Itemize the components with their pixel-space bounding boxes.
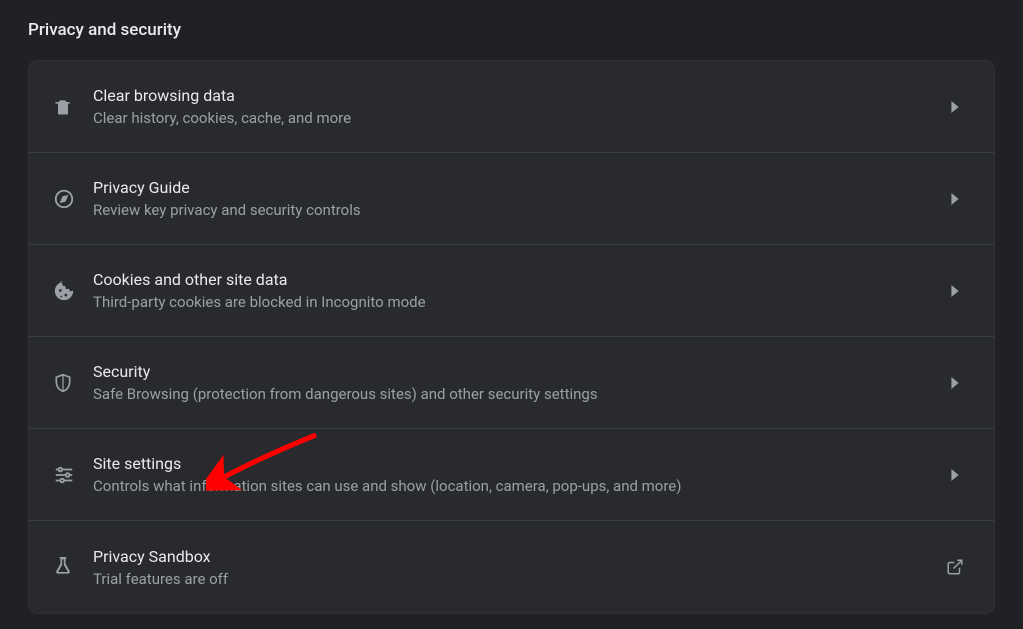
- row-subtitle: Clear history, cookies, cache, and more: [93, 109, 940, 127]
- row-title: Security: [93, 362, 940, 381]
- row-cookies[interactable]: Cookies and other site data Third-party …: [29, 245, 994, 337]
- row-security[interactable]: Security Safe Browsing (protection from …: [29, 337, 994, 429]
- row-subtitle: Trial features are off: [93, 570, 940, 588]
- chevron-right-icon: [940, 101, 970, 113]
- row-subtitle: Third-party cookies are blocked in Incog…: [93, 293, 940, 311]
- row-subtitle: Safe Browsing (protection from dangerous…: [93, 385, 940, 403]
- section-title: Privacy and security: [28, 12, 995, 60]
- row-privacy-sandbox[interactable]: Privacy Sandbox Trial features are off: [29, 521, 994, 613]
- trash-icon: [53, 97, 93, 117]
- row-subtitle: Review key privacy and security controls: [93, 201, 940, 219]
- chevron-right-icon: [940, 285, 970, 297]
- external-link-icon: [940, 558, 970, 576]
- row-title: Privacy Sandbox: [93, 547, 940, 566]
- settings-panel: Clear browsing data Clear history, cooki…: [28, 60, 995, 614]
- cookie-icon: [53, 280, 93, 302]
- compass-icon: [53, 188, 93, 210]
- row-title: Cookies and other site data: [93, 270, 940, 289]
- row-clear-data[interactable]: Clear browsing data Clear history, cooki…: [29, 61, 994, 153]
- flask-icon: [53, 556, 93, 578]
- row-site-settings[interactable]: Site settings Controls what information …: [29, 429, 994, 521]
- row-title: Site settings: [93, 454, 940, 473]
- row-subtitle: Controls what information sites can use …: [93, 477, 940, 495]
- chevron-right-icon: [940, 193, 970, 205]
- sliders-icon: [53, 464, 93, 486]
- chevron-right-icon: [940, 469, 970, 481]
- shield-icon: [53, 372, 93, 394]
- row-title: Privacy Guide: [93, 178, 940, 197]
- row-privacy-guide[interactable]: Privacy Guide Review key privacy and sec…: [29, 153, 994, 245]
- row-title: Clear browsing data: [93, 86, 940, 105]
- chevron-right-icon: [940, 377, 970, 389]
